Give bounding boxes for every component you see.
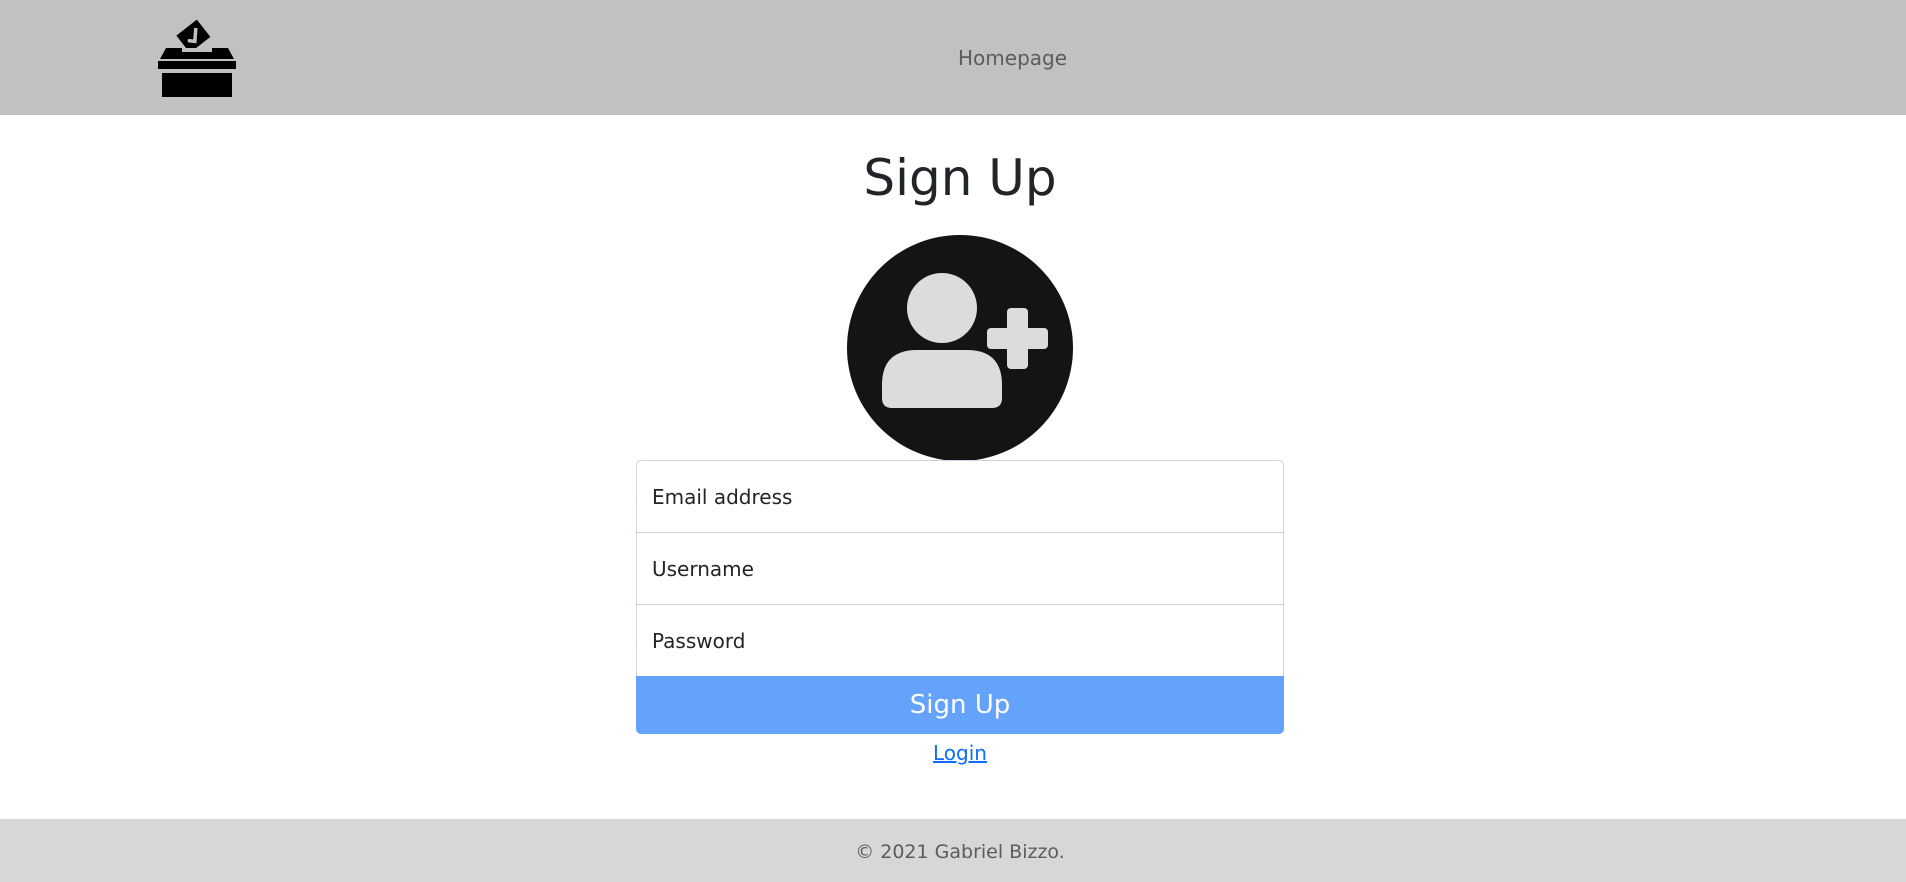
signup-button[interactable]: Sign Up <box>636 676 1284 734</box>
copyright-text: © 2021 Gabriel Bizzo. <box>855 841 1065 863</box>
login-link[interactable]: Login <box>0 741 1906 765</box>
nav-homepage-link[interactable]: Homepage <box>958 46 1067 70</box>
navbar: Homepage <box>0 0 1906 115</box>
signup-form: Sign Up <box>636 460 1284 734</box>
add-user-icon <box>847 235 1073 461</box>
password-field[interactable] <box>636 604 1284 677</box>
footer: © 2021 Gabriel Bizzo. <box>0 819 1906 882</box>
username-field[interactable] <box>636 532 1284 605</box>
ballot-box-icon[interactable] <box>158 18 236 97</box>
email-field[interactable] <box>636 460 1284 533</box>
page-title: Sign Up <box>863 149 1057 207</box>
